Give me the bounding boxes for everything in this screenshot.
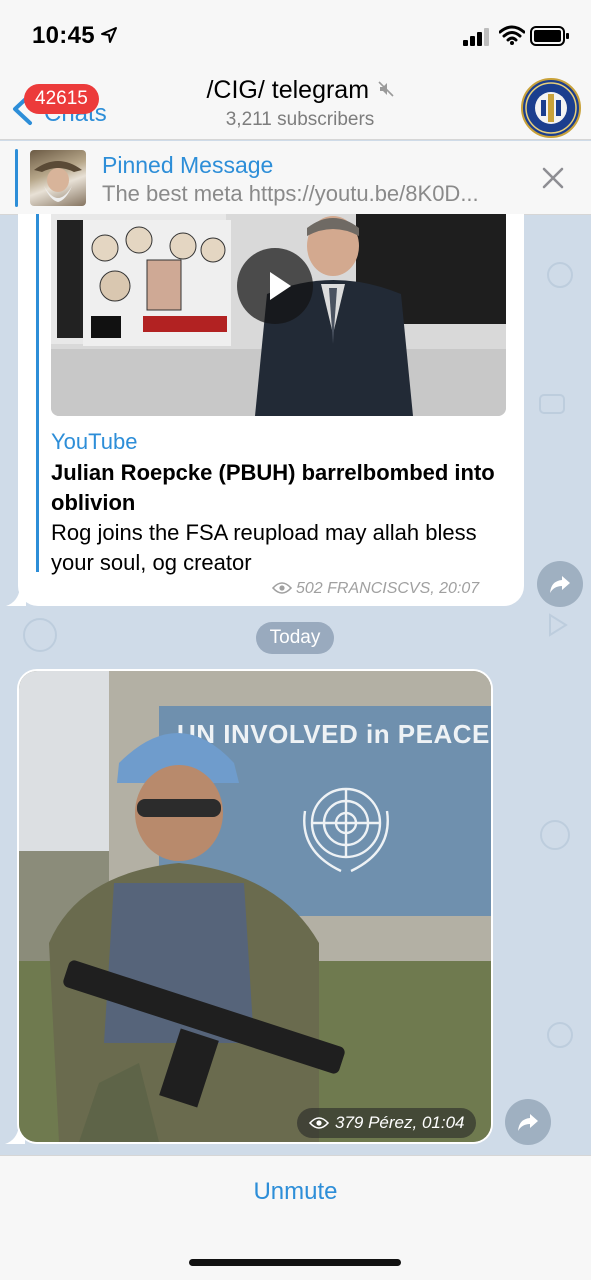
status-bar: 10:45 (0, 0, 591, 70)
pinned-thumbnail (30, 150, 86, 206)
home-indicator (189, 1259, 401, 1266)
share-arrow-icon (550, 576, 570, 593)
channel-logo-icon (525, 82, 577, 134)
cellular-signal-icon (463, 28, 489, 46)
channel-avatar[interactable] (521, 78, 581, 138)
share-arrow-icon (518, 1114, 538, 1131)
link-source[interactable]: YouTube (51, 429, 137, 455)
play-icon (270, 272, 291, 300)
unmute-button[interactable]: Unmute (0, 1178, 591, 1206)
unread-badge: 42615 (24, 84, 99, 114)
photo-meta: 379 Pérez, 01:04 (297, 1108, 477, 1138)
link-preview-accent-bar (36, 214, 39, 572)
chat-title: /CIG/ telegram (206, 76, 370, 104)
photo-meta-text: 379 Pérez, 01:04 (335, 1113, 465, 1132)
link-description: Rog joins the FSA reupload may allah ble… (51, 520, 477, 575)
share-button[interactable] (505, 1099, 551, 1145)
back-button[interactable]: Chats 42615 (10, 80, 130, 132)
status-time: 10:45 (32, 22, 95, 49)
chat-header[interactable]: /CIG/ telegram 3,211 subscribers (150, 76, 450, 131)
bottom-bar: Unmute (0, 1155, 591, 1280)
battery-icon (530, 26, 569, 46)
pinned-accent-bar (15, 149, 18, 207)
message-meta: 502 FRANCISCVS, 20:07 (272, 580, 479, 598)
pinned-preview: The best meta https://youtu.be/8K0D... (102, 181, 479, 206)
pinned-title: Pinned Message (102, 152, 274, 178)
link-title[interactable]: Julian Roepcke (PBUH) barrelbombed into … (51, 458, 501, 518)
location-arrow-icon (101, 27, 117, 43)
views-eye-icon (272, 582, 292, 594)
subscriber-count: 3,211 subscribers (225, 109, 375, 130)
views-eye-icon (309, 1117, 329, 1129)
nav-bar: Chats 42615 /CIG/ telegram 3,211 subscri… (0, 70, 591, 140)
message-photo[interactable]: UN INVOLVED in PEACE (19, 671, 491, 1142)
bubble-tail (6, 588, 26, 606)
share-button[interactable] (537, 561, 583, 607)
date-separator: Today (256, 622, 334, 654)
wifi-icon (499, 25, 525, 45)
muted-speaker-icon (377, 81, 394, 97)
close-icon[interactable] (541, 166, 565, 190)
pinned-message-bar[interactable]: Pinned Message The best meta https://you… (0, 141, 591, 215)
message-meta-text: 502 FRANCISCVS, 20:07 (296, 580, 480, 597)
